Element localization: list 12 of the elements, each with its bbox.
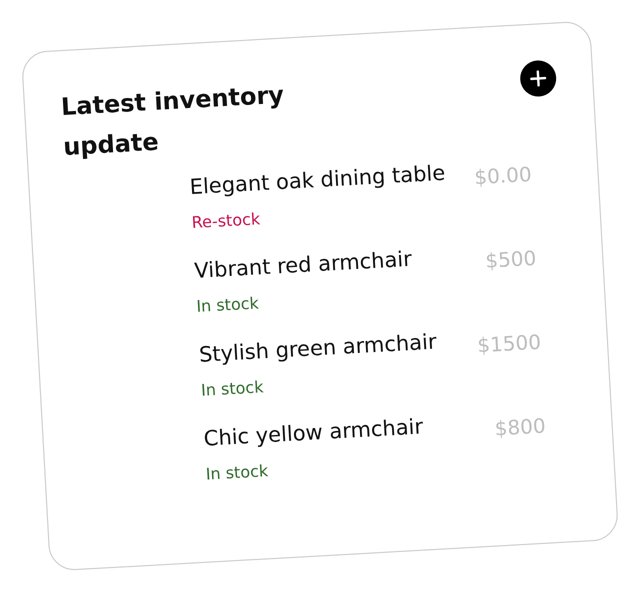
- item-price: $1500: [476, 328, 542, 360]
- stock-status: In stock: [196, 292, 260, 318]
- item-price: $0.00: [473, 161, 532, 192]
- item-name: Chic yellow armchair: [202, 413, 424, 453]
- item-price: $800: [494, 412, 546, 442]
- item-name: Stylish green armchair: [198, 328, 438, 369]
- stock-status: Re-stock: [191, 208, 262, 234]
- stock-status: In stock: [205, 460, 270, 486]
- item-name: Vibrant red armchair: [194, 246, 413, 285]
- plus-icon: [530, 70, 547, 87]
- stock-status: In stock: [200, 376, 265, 402]
- item-price: $500: [484, 244, 538, 275]
